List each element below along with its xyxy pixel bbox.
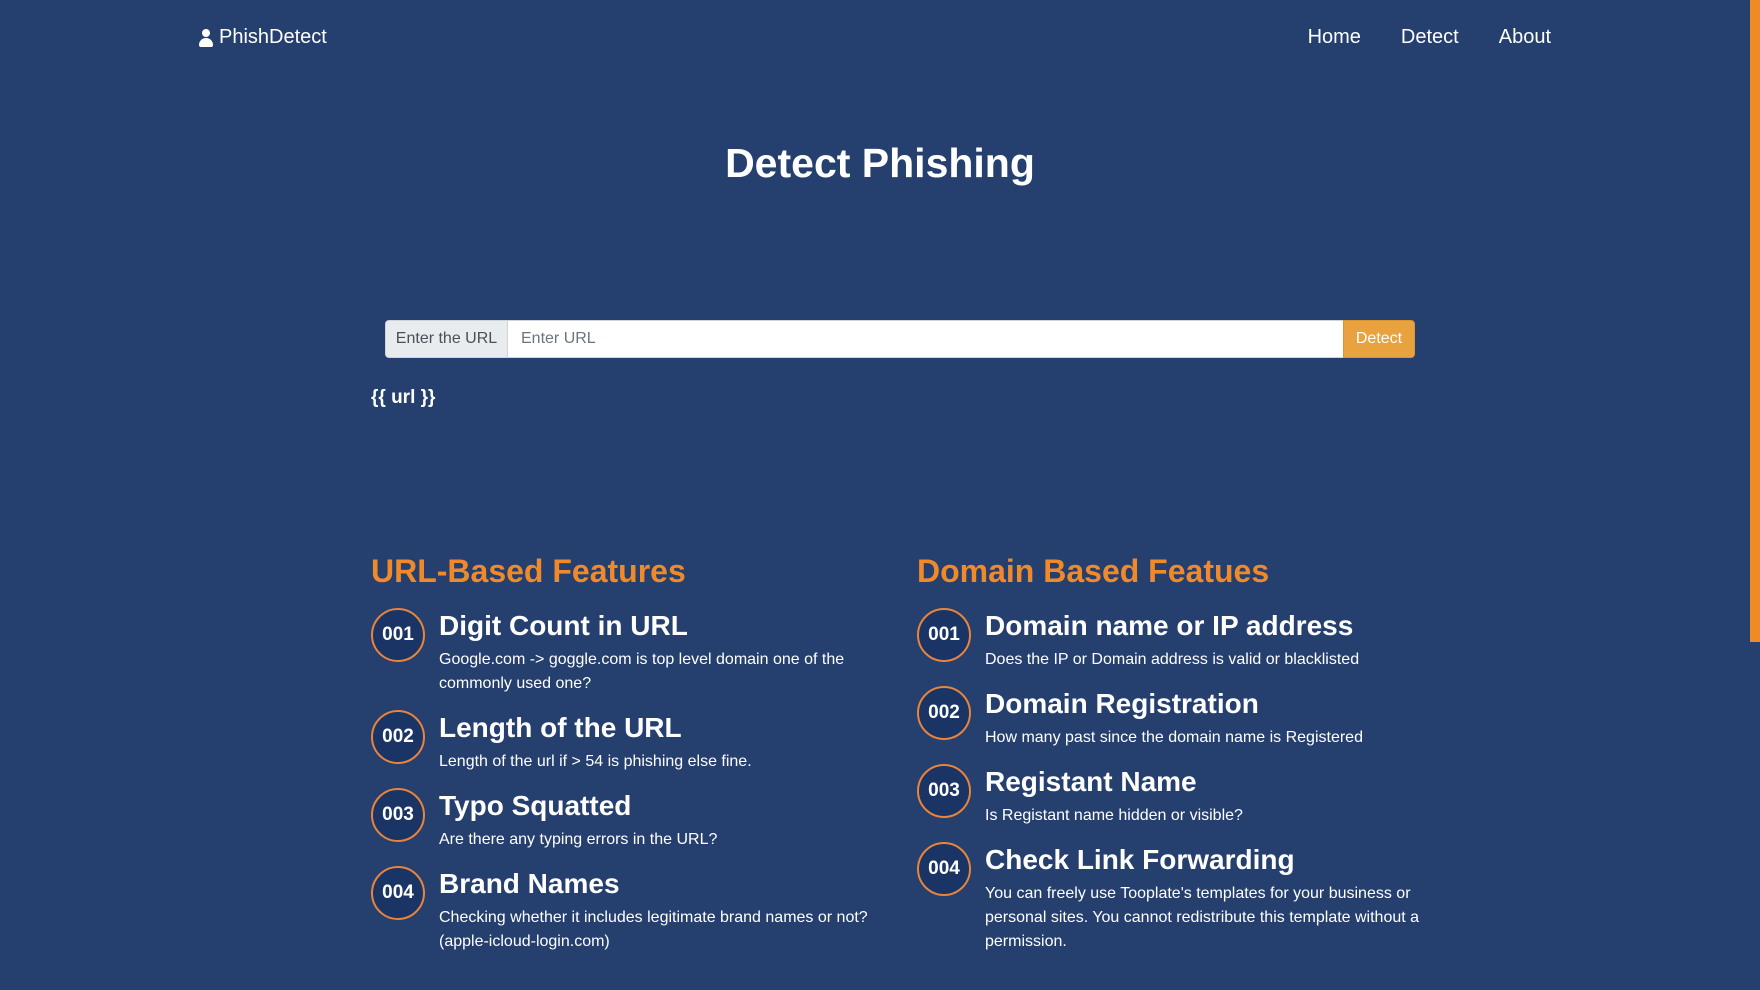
feature-title: Registant Name — [985, 766, 1197, 797]
feature-title: Brand Names — [439, 868, 620, 899]
url-search-group: Enter the URL Detect — [385, 320, 1415, 358]
feature-description: Does the IP or Domain address is valid o… — [985, 651, 1360, 668]
feature-title: Domain Registration — [985, 688, 1259, 719]
feature-description: Is Registant name hidden or visible? — [985, 807, 1243, 824]
brand-name: PhishDetect — [219, 26, 327, 48]
page-title: Detect Phishing — [725, 140, 1035, 186]
feature-item: 001 Digit Count in URL Google.com -> gog… — [371, 608, 891, 696]
nav-home[interactable]: Home — [1308, 26, 1361, 49]
feature-title: Typo Squatted — [439, 790, 632, 821]
page: PhishDetect Home Detect About Detect Phi… — [0, 0, 1760, 990]
nav-detect[interactable]: Detect — [1401, 26, 1459, 49]
feature-title: Domain name or IP address — [985, 610, 1354, 641]
feature-item: 001 Domain name or IP address Does the I… — [917, 608, 1437, 672]
detect-button[interactable]: Detect — [1343, 320, 1415, 358]
brand-link[interactable]: PhishDetect — [199, 26, 327, 49]
feature-description: How many past since the domain name is R… — [985, 729, 1363, 746]
feature-description: Google.com -> goggle.com is top level do… — [439, 651, 845, 692]
feature-description: Length of the url if > 54 is phishing el… — [439, 753, 752, 770]
feature-number-badge: 002 — [371, 710, 425, 764]
feature-number-badge: 001 — [917, 608, 971, 662]
url-features-section: URL-Based Features 001 Digit Count in UR… — [371, 553, 891, 968]
feature-number-badge: 002 — [917, 686, 971, 740]
feature-item: 002 Domain Registration How many past si… — [917, 686, 1437, 750]
feature-number-badge: 001 — [371, 608, 425, 662]
nav-about[interactable]: About — [1499, 26, 1551, 49]
feature-item: 002 Length of the URL Length of the url … — [371, 710, 891, 774]
url-input[interactable] — [508, 320, 1343, 358]
feature-title: Length of the URL — [439, 712, 682, 743]
feature-item: 003 Registant Name Is Registant name hid… — [917, 764, 1437, 828]
feature-description: Are there any typing errors in the URL? — [439, 831, 718, 848]
feature-description: Checking whether it includes legitimate … — [439, 909, 868, 950]
feature-item: 004 Check Link Forwarding You can freely… — [917, 842, 1437, 954]
user-icon — [199, 28, 213, 47]
domain-features-heading: Domain Based Featues — [917, 553, 1270, 589]
feature-number-badge: 004 — [371, 866, 425, 920]
feature-title: Check Link Forwarding — [985, 844, 1295, 875]
feature-item: 003 Typo Squatted Are there any typing e… — [371, 788, 891, 852]
feature-number-badge: 004 — [917, 842, 971, 896]
feature-number-badge: 003 — [917, 764, 971, 818]
feature-item: 004 Brand Names Checking whether it incl… — [371, 866, 891, 954]
url-features-heading: URL-Based Features — [371, 553, 686, 589]
scrollbar-thumb[interactable] — [1750, 0, 1760, 642]
feature-title: Digit Count in URL — [439, 610, 688, 641]
domain-features-section: Domain Based Featues 001 Domain name or … — [917, 553, 1437, 968]
result-text: {{ url }} — [371, 387, 436, 408]
main-nav: Home Detect About — [1308, 26, 1551, 49]
url-input-label: Enter the URL — [385, 320, 508, 358]
page-scrollbar[interactable] — [1750, 0, 1760, 990]
feature-description: You can freely use Tooplate's templates … — [985, 885, 1420, 950]
feature-number-badge: 003 — [371, 788, 425, 842]
